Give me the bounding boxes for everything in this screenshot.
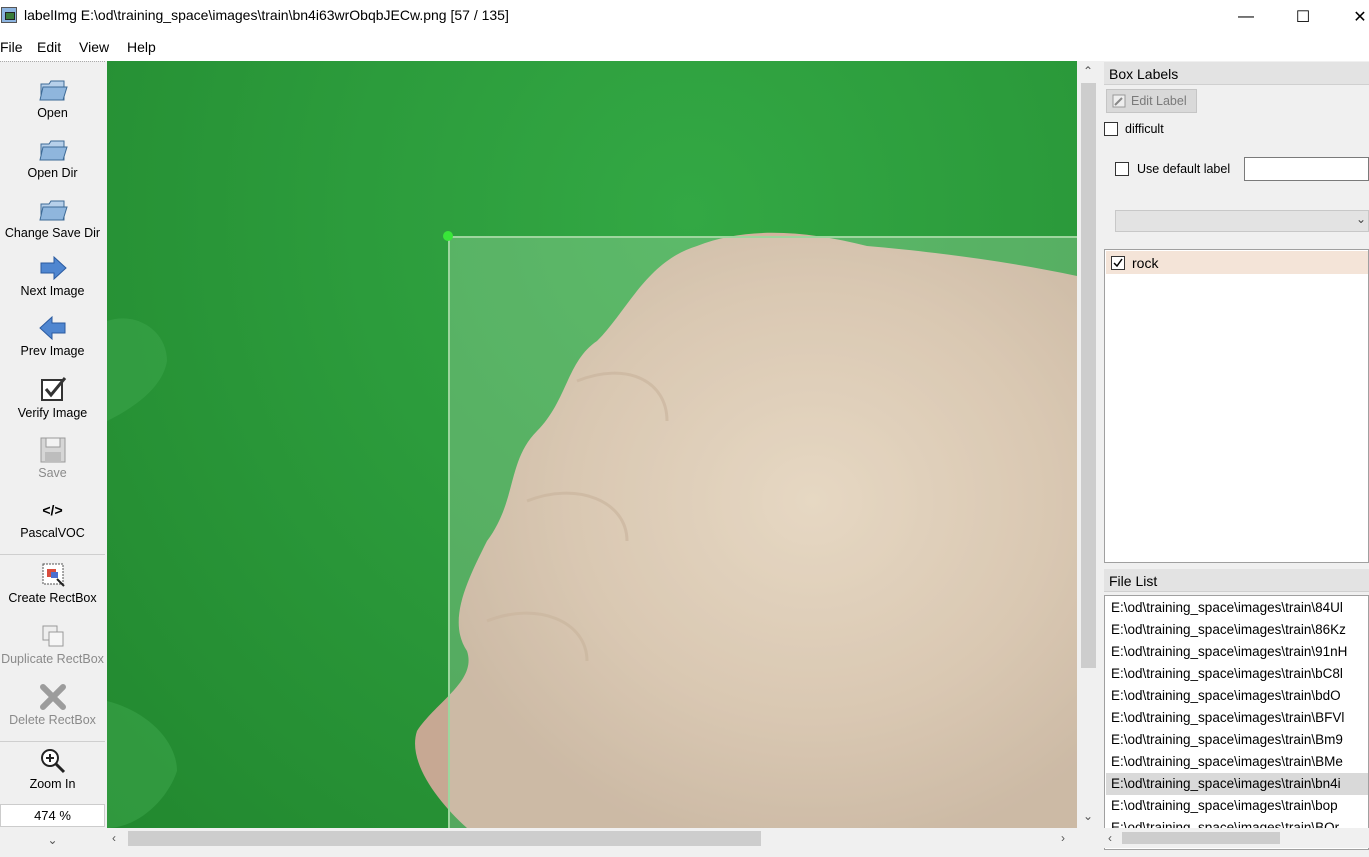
floppy-disk-icon (40, 437, 65, 463)
open-dir-button[interactable]: Open Dir (0, 134, 105, 180)
scroll-down-icon[interactable]: ⌄ (1083, 809, 1093, 823)
menu-edit[interactable]: Edit (37, 39, 61, 55)
maximize-button[interactable]: ☐ (1280, 0, 1326, 33)
file-list-panel: File List E:\od\training_space\images\tr… (1104, 569, 1369, 850)
file-list-item[interactable]: E:\od\training_space\images\train\bC8l (1106, 663, 1368, 685)
toolbar: Open Open Dir Change Save Dir Next Image… (0, 61, 105, 857)
file-list-item[interactable]: E:\od\training_space\images\train\BFVl (1106, 707, 1368, 729)
verify-image-label: Verify Image (17, 406, 88, 420)
open-label: Open (37, 106, 68, 120)
save-button[interactable]: Save (0, 434, 105, 480)
zoom-level-spinbox[interactable]: 474 % (0, 804, 105, 827)
menu-help[interactable]: Help (127, 39, 156, 55)
toolbar-separator (0, 741, 105, 742)
difficult-checkbox[interactable] (1104, 122, 1118, 136)
file-list-item-selected[interactable]: E:\od\training_space\images\train\bn4i (1106, 773, 1368, 795)
title-bar: labelImg E:\od\training_space\images\tra… (0, 0, 1369, 33)
open-dir-label: Open Dir (27, 166, 78, 180)
box-labels-title: Box Labels (1104, 62, 1369, 85)
chevron-down-icon: ⌄ (1355, 212, 1366, 226)
difficult-label: difficult (1125, 122, 1164, 136)
arrow-left-icon (38, 315, 65, 341)
verify-image-button[interactable]: Verify Image (0, 374, 105, 420)
horizontal-scroll-thumb[interactable] (128, 831, 761, 846)
code-icon: </> (42, 502, 63, 518)
format-toggle-button[interactable]: </> PascalVOC (0, 494, 105, 540)
file-list-item[interactable]: E:\od\training_space\images\train\BMe (1106, 751, 1368, 773)
file-list-item[interactable]: E:\od\training_space\images\train\84Ul (1106, 597, 1368, 619)
label-list: rock (1104, 249, 1369, 563)
canvas-area: ⌃ ⌄ ‹ › (106, 61, 1099, 850)
file-list-item[interactable]: E:\od\training_space\images\train\bop (1106, 795, 1368, 817)
delete-x-icon (39, 684, 66, 710)
file-list-title: File List (1104, 569, 1369, 592)
zoom-in-button[interactable]: Zoom In (0, 745, 105, 791)
image-canvas[interactable] (107, 61, 1077, 828)
folder-icon (38, 140, 68, 161)
change-save-dir-label: Change Save Dir (4, 226, 101, 240)
vertical-scroll-thumb[interactable] (1081, 83, 1096, 668)
file-list-item[interactable]: E:\od\training_space\images\train\bdO (1106, 685, 1368, 707)
scroll-right-icon[interactable]: › (1061, 831, 1065, 845)
open-button[interactable]: Open (0, 74, 105, 120)
save-label: Save (38, 466, 67, 480)
delete-rectbox-button[interactable]: Delete RectBox (0, 681, 105, 727)
window-title: labelImg E:\od\training_space\images\tra… (24, 7, 509, 23)
file-list-scroll-thumb[interactable] (1122, 832, 1280, 844)
scroll-left-icon[interactable]: ‹ (1108, 831, 1112, 845)
check-icon (1113, 258, 1123, 268)
magnifier-plus-icon (40, 749, 65, 774)
vertical-scrollbar[interactable]: ⌃ ⌄ (1078, 61, 1098, 828)
file-list-item[interactable]: E:\od\training_space\images\train\Bm9 (1106, 729, 1368, 751)
label-list-item[interactable]: rock (1106, 251, 1368, 274)
next-image-button[interactable]: Next Image (0, 252, 105, 298)
label-combobox[interactable]: ⌄ (1115, 210, 1369, 232)
format-label: PascalVOC (20, 526, 85, 540)
use-default-label-text: Use default label (1137, 162, 1231, 176)
horizontal-scrollbar[interactable]: ‹ › (106, 828, 1078, 849)
checkbox-icon (40, 377, 66, 401)
file-list-item[interactable]: E:\od\training_space\images\train\91nH (1106, 641, 1368, 663)
file-list: E:\od\training_space\images\train\84Ul E… (1104, 595, 1369, 850)
create-rect-icon (42, 563, 65, 587)
duplicate-rectbox-button[interactable]: Duplicate RectBox (0, 620, 105, 666)
create-rectbox-button[interactable]: Create RectBox (0, 559, 105, 605)
label-name: rock (1132, 255, 1159, 271)
delete-rectbox-label: Delete RectBox (9, 713, 96, 727)
edit-label-button[interactable]: Edit Label (1106, 89, 1197, 113)
menu-file[interactable]: File (0, 39, 23, 55)
duplicate-icon (42, 625, 63, 647)
toolbar-separator (0, 554, 105, 555)
arrow-right-icon (40, 255, 67, 281)
menu-bar: File Edit View Help (0, 33, 1369, 61)
default-label-input[interactable] (1244, 157, 1369, 181)
minimize-button[interactable]: — (1223, 0, 1269, 33)
prev-image-label: Prev Image (20, 344, 85, 358)
app-icon (1, 7, 17, 23)
folder-icon (38, 80, 68, 101)
label-visible-checkbox[interactable] (1111, 256, 1125, 270)
menu-view[interactable]: View (79, 39, 109, 55)
duplicate-rectbox-label: Duplicate RectBox (1, 652, 104, 666)
close-button[interactable]: ✕ (1337, 0, 1369, 33)
next-image-label: Next Image (20, 284, 85, 298)
edit-label-text: Edit Label (1131, 94, 1187, 108)
toolbar-expand-icon[interactable]: ⌄ (0, 833, 105, 847)
use-default-label-checkbox[interactable] (1115, 162, 1129, 176)
scroll-left-icon[interactable]: ‹ (112, 831, 116, 845)
scroll-up-icon[interactable]: ⌃ (1083, 64, 1093, 78)
change-save-dir-button[interactable]: Change Save Dir (0, 194, 105, 240)
create-rectbox-label: Create RectBox (8, 591, 97, 605)
pencil-icon (1112, 94, 1126, 108)
bounding-box-handle[interactable] (443, 231, 453, 241)
file-list-horizontal-scrollbar[interactable]: ‹ (1104, 828, 1369, 848)
box-labels-panel: Box Labels Edit Label difficult Use defa… (1104, 62, 1369, 563)
folder-icon (38, 200, 68, 221)
bounding-box[interactable] (448, 236, 1077, 828)
file-list-item[interactable]: E:\od\training_space\images\train\86Kz (1106, 619, 1368, 641)
prev-image-button[interactable]: Prev Image (0, 312, 105, 358)
zoom-in-label: Zoom In (29, 777, 76, 791)
